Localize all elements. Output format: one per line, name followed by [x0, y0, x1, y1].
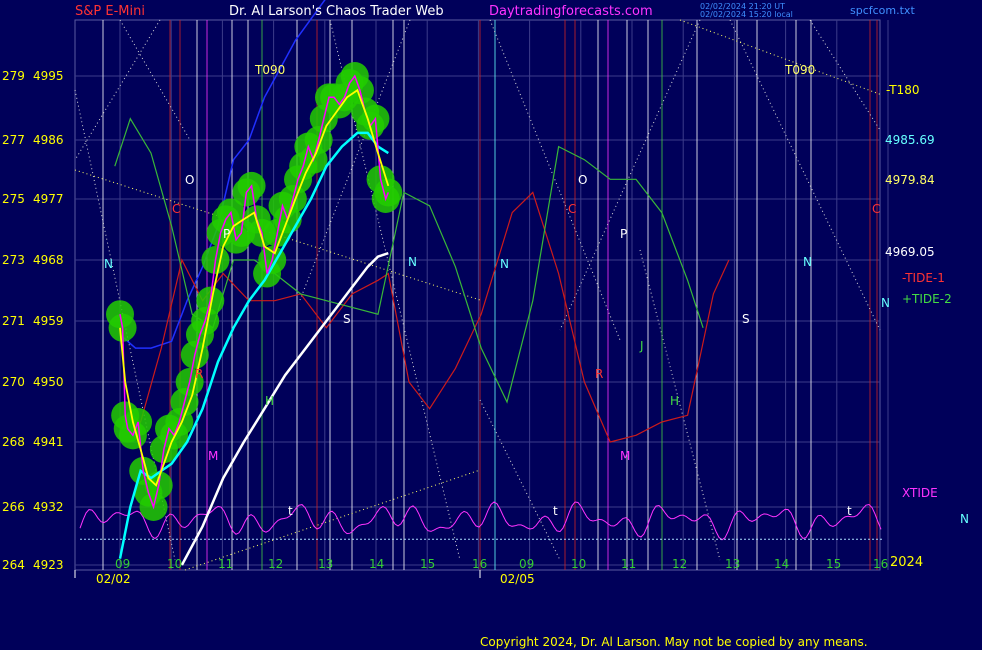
cycle-marker-label: t [847, 504, 852, 518]
cycle-marker-label: P [620, 227, 627, 241]
x-year-label: 2024 [890, 555, 923, 570]
cycle-marker-label: S [343, 312, 351, 326]
cycle-marker-label: J [639, 339, 644, 353]
x-tick-hour: 09 [115, 557, 130, 571]
legend-xtide: XTIDE [902, 486, 938, 500]
cycle-marker-label: T090 [254, 63, 285, 77]
cycle-marker-label: H [670, 394, 679, 408]
x-date-label: 02/05 [500, 572, 535, 586]
x-tick-hour: 13 [318, 557, 333, 571]
cycle-marker-label: R [195, 367, 203, 381]
x-tick-hour: 10 [571, 557, 586, 571]
x-tick-hour: 16 [873, 557, 888, 571]
x-date-label: 02/02 [96, 572, 131, 586]
right-label-long-avg: 4969.05 [885, 245, 935, 259]
x-tick-hour: 10 [167, 557, 182, 571]
chart-background [0, 0, 982, 650]
cycle-marker-label: H [265, 394, 274, 408]
cycle-marker-label: C [568, 202, 576, 216]
y-tick-price: 4941 [33, 435, 64, 449]
y-tick-planet: 279 [2, 69, 25, 83]
y-tick-price: 4950 [33, 375, 64, 389]
y-tick-price: 4923 [33, 558, 64, 572]
right-label-t180: -T180 [886, 83, 919, 97]
cycle-marker-label: T090 [784, 63, 815, 77]
y-tick-planet: 270 [2, 375, 25, 389]
x-tick-hour: 16 [472, 557, 487, 571]
cycle-marker-label: N [104, 257, 113, 271]
y-tick-price: 4995 [33, 69, 64, 83]
x-tick-hour: 14 [369, 557, 384, 571]
page-title: Dr. Al Larson's Chaos Trader Web [229, 4, 444, 19]
copyright-notice: Copyright 2024, Dr. Al Larson. May not b… [480, 635, 868, 649]
x-tick-hour: 12 [672, 557, 687, 571]
y-tick-planet: 266 [2, 500, 25, 514]
x-tick-hour: 12 [268, 557, 283, 571]
y-tick-planet: 277 [2, 133, 25, 147]
cycle-marker-label: M [620, 449, 630, 463]
site-link[interactable]: Daytradingforecasts.com [489, 4, 653, 19]
cycle-marker-label: N [803, 255, 812, 269]
symbol-label: S&P E-Mini [75, 4, 145, 19]
y-tick-price: 4959 [33, 314, 64, 328]
y-tick-price: 4932 [33, 500, 64, 514]
y-tick-planet: 271 [2, 314, 25, 328]
legend-tide2: +TIDE-2 [902, 292, 952, 306]
cycle-marker-label: R [595, 367, 603, 381]
y-tick-price: 4986 [33, 133, 64, 147]
y-tick-price: 4977 [33, 192, 64, 206]
legend-tide1: -TIDE-1 [902, 271, 945, 285]
timestamp-local: 02/02/2024 15:20 local [700, 10, 793, 19]
y-tick-price: 4968 [33, 253, 64, 267]
x-tick-hour: 15 [420, 557, 435, 571]
right-label-slow-avg: 4985.69 [885, 133, 935, 147]
cycle-marker-label: N [500, 257, 509, 271]
y-tick-planet: 264 [2, 558, 25, 572]
x-tick-hour: 11 [621, 557, 636, 571]
legend-n: N [960, 512, 969, 526]
right-label-fast-avg: 4979.84 [885, 173, 935, 187]
cycle-marker-label: O [185, 173, 194, 187]
y-tick-planet: 275 [2, 192, 25, 206]
cycle-marker-label: N [408, 255, 417, 269]
cycle-marker-label: C [172, 202, 180, 216]
x-tick-hour: 09 [519, 557, 534, 571]
x-tick-hour: 11 [218, 557, 233, 571]
chaos-trader-chart: 264 4923 266 4932 268 4941 270 4950 271 4959 273 49… [0, 0, 982, 650]
cycle-marker-label: M [208, 449, 218, 463]
cycle-marker-label: N [881, 296, 890, 310]
cycle-marker-label: S [742, 312, 750, 326]
x-tick-hour: 15 [826, 557, 841, 571]
cycle-marker-label: C [872, 202, 880, 216]
cycle-marker-label: P [223, 227, 230, 241]
y-tick-planet: 273 [2, 253, 25, 267]
data-file-label: spcfcom.txt [850, 4, 915, 17]
x-tick-hour: 13 [725, 557, 740, 571]
cycle-marker-label: t [288, 504, 293, 518]
cycle-marker-label: O [578, 173, 587, 187]
x-tick-hour: 14 [774, 557, 789, 571]
y-tick-planet: 268 [2, 435, 25, 449]
cycle-marker-label: t [553, 504, 558, 518]
